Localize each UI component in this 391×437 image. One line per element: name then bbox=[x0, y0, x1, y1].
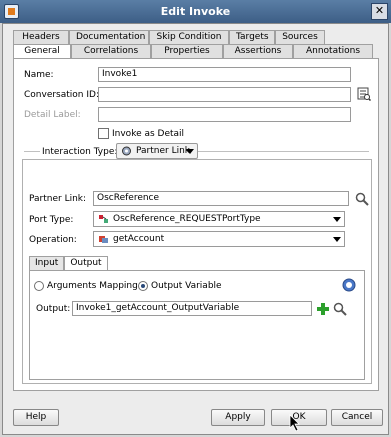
tab-general[interactable]: General bbox=[13, 44, 71, 59]
edit-invoke-dialog: Headers Documentation Skip Condition Tar… bbox=[2, 23, 389, 435]
window-title: Edit Invoke bbox=[160, 5, 231, 18]
browse-icon[interactable] bbox=[357, 87, 371, 101]
chevron-down-icon bbox=[333, 217, 341, 222]
tab-headers[interactable]: Headers bbox=[13, 30, 69, 44]
interaction-type-select[interactable]: Partner Link bbox=[116, 143, 198, 159]
operation-select[interactable]: getAccount bbox=[93, 231, 345, 247]
tab-correlations[interactable]: Correlations bbox=[71, 44, 151, 58]
detail-label-label: Detail Label: bbox=[24, 110, 81, 120]
tab-row-secondary: Headers Documentation Skip Condition Tar… bbox=[13, 30, 325, 44]
search-icon[interactable] bbox=[355, 192, 369, 206]
tab-output[interactable]: Output bbox=[64, 256, 108, 271]
operation-icon bbox=[99, 236, 108, 243]
interaction-type-label: Interaction Type: bbox=[40, 147, 120, 157]
port-type-icon bbox=[99, 215, 108, 223]
operation-label: Operation: bbox=[29, 235, 77, 245]
tab-documentation[interactable]: Documentation bbox=[69, 30, 149, 44]
conversation-id-field[interactable] bbox=[98, 87, 351, 102]
cancel-button[interactable]: Cancel bbox=[331, 409, 383, 426]
tab-skip-condition[interactable]: Skip Condition bbox=[149, 30, 229, 44]
output-panel: Arguments Mapping Output Variable Output… bbox=[29, 270, 365, 380]
invoke-as-detail-label: Invoke as Detail bbox=[112, 129, 185, 139]
partner-link-field[interactable]: OscReference bbox=[93, 191, 349, 206]
interaction-group: Partner Link: OscReference Port Type: Os… bbox=[22, 159, 372, 384]
name-field[interactable]: Invoke1 bbox=[98, 67, 351, 82]
partner-link-icon bbox=[122, 146, 131, 156]
tab-sources[interactable]: Sources bbox=[275, 30, 325, 44]
help-icon[interactable] bbox=[342, 278, 356, 292]
app-icon bbox=[4, 4, 19, 19]
detail-label-field[interactable] bbox=[98, 107, 351, 122]
name-label: Name: bbox=[24, 70, 54, 80]
close-button[interactable]: ✕ bbox=[371, 3, 388, 20]
search-icon[interactable] bbox=[333, 302, 347, 316]
mouse-cursor-icon bbox=[289, 414, 300, 432]
apply-button[interactable]: Apply bbox=[211, 409, 265, 426]
tab-targets[interactable]: Targets bbox=[229, 30, 275, 44]
partner-link-label: Partner Link: bbox=[29, 194, 87, 204]
output-variable-radio[interactable] bbox=[138, 281, 148, 291]
add-icon[interactable] bbox=[316, 302, 330, 316]
general-panel: Name: Invoke1 Conversation ID: Detail La… bbox=[13, 58, 379, 391]
help-button[interactable]: Help bbox=[13, 409, 59, 426]
arguments-mapping-radio[interactable] bbox=[34, 281, 44, 291]
output-variable-field[interactable]: Invoke1_getAccount_OutputVariable bbox=[72, 301, 312, 316]
port-type-select[interactable]: OscReference_REQUESTPortType bbox=[93, 211, 345, 227]
tab-assertions[interactable]: Assertions bbox=[223, 44, 293, 58]
tab-input[interactable]: Input bbox=[29, 256, 65, 270]
chevron-down-icon bbox=[333, 237, 341, 242]
invoke-as-detail-checkbox[interactable] bbox=[98, 128, 109, 139]
arguments-mapping-label: Arguments Mapping bbox=[47, 281, 138, 291]
tab-row-primary: General Correlations Properties Assertio… bbox=[13, 44, 373, 59]
port-type-label: Port Type: bbox=[29, 215, 74, 225]
output-variable-label: Output Variable bbox=[151, 281, 222, 291]
tab-annotations[interactable]: Annotations bbox=[293, 44, 373, 58]
conversation-id-label: Conversation ID: bbox=[24, 90, 99, 100]
chevron-down-icon bbox=[186, 149, 194, 154]
tab-properties[interactable]: Properties bbox=[151, 44, 223, 58]
title-bar[interactable]: Edit Invoke ✕ bbox=[0, 0, 391, 23]
io-tabs: Input Output bbox=[29, 256, 108, 271]
output-label: Output: bbox=[36, 304, 71, 314]
